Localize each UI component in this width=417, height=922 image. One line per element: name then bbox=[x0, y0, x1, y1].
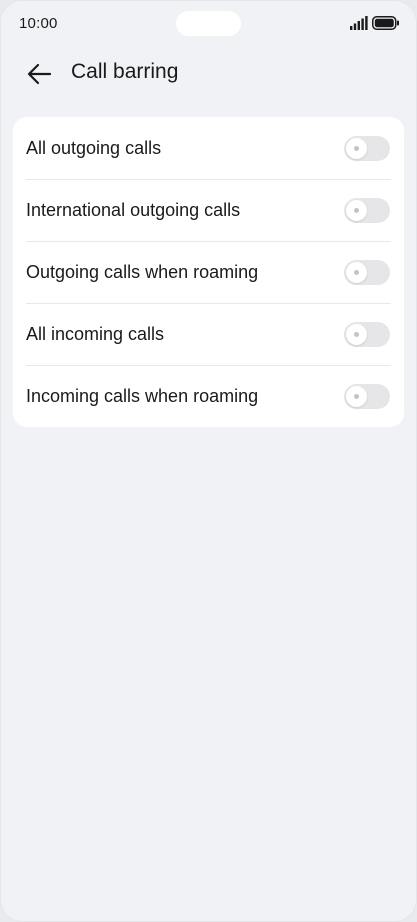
toggle-knob bbox=[346, 385, 367, 407]
phone-screen: 10:00 Call barring All outgoing calls In… bbox=[0, 0, 417, 922]
setting-row-outgoing-roaming[interactable]: Outgoing calls when roaming bbox=[13, 241, 404, 303]
toggle-switch[interactable] bbox=[344, 259, 390, 285]
setting-row-all-outgoing[interactable]: All outgoing calls bbox=[13, 117, 404, 179]
toggle-knob bbox=[346, 137, 367, 159]
setting-label: All outgoing calls bbox=[26, 137, 162, 158]
setting-label: Incoming calls when roaming bbox=[26, 385, 259, 406]
setting-label: International outgoing calls bbox=[26, 199, 241, 220]
toggle-knob bbox=[346, 199, 367, 221]
toggle-switch[interactable] bbox=[344, 321, 390, 347]
back-arrow-icon[interactable] bbox=[24, 58, 56, 90]
status-bar: 10:00 bbox=[0, 0, 417, 48]
status-time: 10:00 bbox=[19, 15, 58, 32]
toggle-switch[interactable] bbox=[344, 135, 390, 161]
toggle-switch[interactable] bbox=[344, 197, 390, 223]
page-title: Call barring bbox=[71, 60, 179, 83]
app-header: Call barring bbox=[0, 52, 417, 96]
toggle-knob bbox=[346, 323, 367, 345]
signal-bars-icon bbox=[350, 16, 368, 30]
setting-row-all-incoming[interactable]: All incoming calls bbox=[13, 303, 404, 365]
toggle-switch[interactable] bbox=[344, 383, 390, 409]
toggle-knob bbox=[346, 261, 367, 283]
setting-label: All incoming calls bbox=[26, 323, 165, 344]
setting-label: Outgoing calls when roaming bbox=[26, 261, 259, 282]
setting-row-international-outgoing[interactable]: International outgoing calls bbox=[13, 179, 404, 241]
camera-pill bbox=[176, 11, 241, 36]
setting-row-incoming-roaming[interactable]: Incoming calls when roaming bbox=[13, 365, 404, 427]
call-barring-list: All outgoing calls International outgoin… bbox=[13, 117, 404, 427]
battery-icon bbox=[372, 16, 399, 30]
